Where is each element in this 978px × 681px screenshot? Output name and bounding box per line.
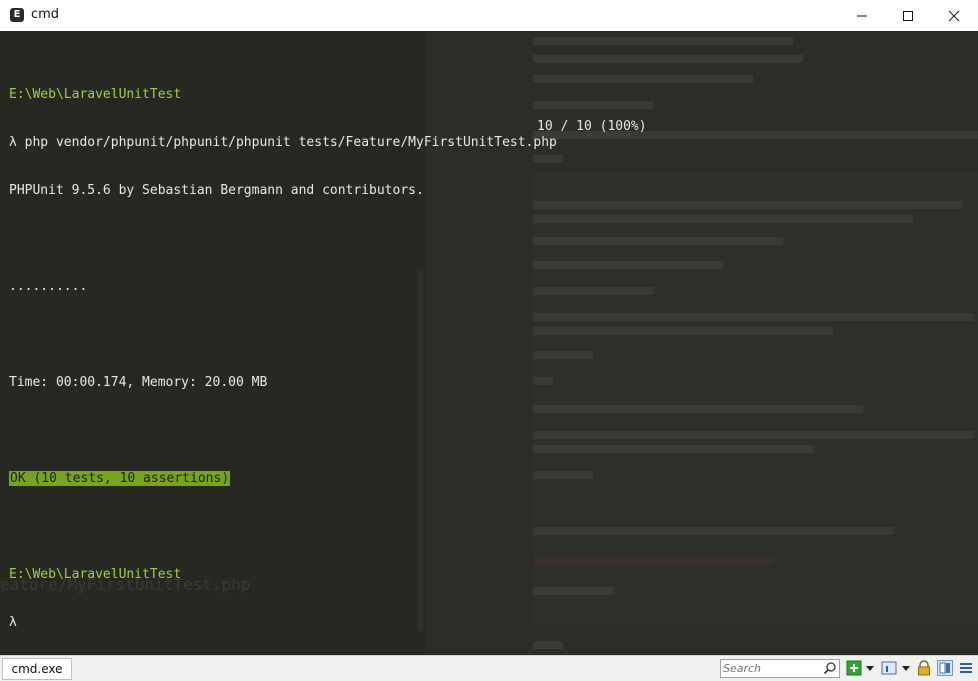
search-icon[interactable] (823, 661, 837, 675)
prompt-path: E:\Web\LaravelUnitTest (9, 567, 182, 582)
time-memory-line: Time: 00:00.174, Memory: 20.00 MB (9, 375, 268, 390)
dropdown-arrow-icon[interactable] (901, 660, 917, 676)
window-title: cmd (31, 7, 60, 22)
prompt-path: E:\Web\LaravelUnitTest (9, 87, 182, 102)
menu-list-icon[interactable] (958, 660, 974, 676)
close-button[interactable] (931, 0, 977, 31)
console-output: E:\Web\LaravelUnitTest λ php vendor/phpu… (9, 55, 557, 655)
test-dots-line: .......... (9, 279, 88, 294)
minimize-button[interactable] (839, 0, 885, 31)
split-view-icon[interactable] (937, 660, 953, 676)
cmder-app-icon: E (10, 8, 24, 22)
status-bar: cmd.exe (0, 655, 978, 681)
tab-cmd-exe[interactable]: cmd.exe (2, 658, 72, 680)
prompt-input-line[interactable]: λ (9, 615, 557, 631)
close-icon (948, 10, 960, 22)
maximize-button[interactable] (885, 0, 931, 31)
search-input[interactable] (723, 660, 819, 677)
new-console-icon[interactable] (846, 660, 862, 676)
minimize-icon (857, 15, 867, 17)
terminal-area[interactable]: eature/MyFirstUnitTest.php 10 / 10 (100%… (0, 31, 978, 655)
maximize-icon (903, 11, 913, 21)
console-settings-icon[interactable] (881, 660, 897, 676)
lock-icon[interactable] (916, 660, 932, 676)
dropdown-arrow-icon[interactable] (865, 660, 881, 676)
ok-result-badge: OK (10 tests, 10 assertions) (9, 471, 231, 486)
command-line: λ php vendor/phpunit/phpunit/phpunit tes… (9, 135, 557, 150)
search-box[interactable] (720, 659, 840, 678)
phpunit-version-line: PHPUnit 9.5.6 by Sebastian Bergmann and … (9, 183, 424, 198)
title-bar: E cmd (0, 0, 978, 32)
